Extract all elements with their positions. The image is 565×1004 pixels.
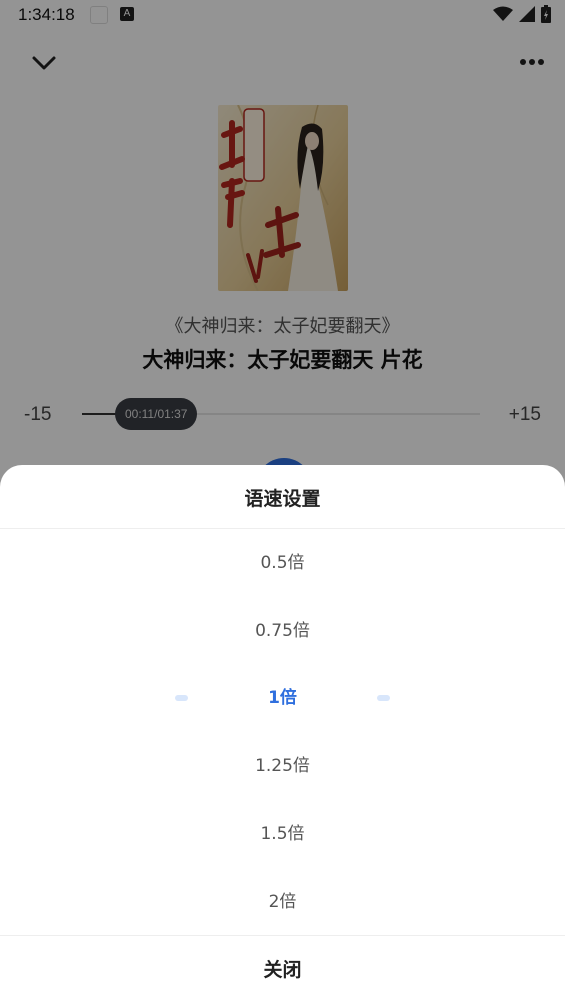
divider [0,528,565,529]
speed-settings-sheet: 语速设置 0.5倍 0.75倍 1倍 1.25倍 1.5倍 2倍 关闭 [0,465,565,1004]
speed-option[interactable]: 2倍 [0,882,565,922]
selection-marker-left [175,695,188,701]
speed-option[interactable]: 1.25倍 [0,746,565,786]
sheet-title: 语速设置 [244,488,321,510]
close-button[interactable]: 关闭 [0,948,565,992]
speed-option[interactable]: 1.5倍 [0,814,565,854]
speed-option[interactable]: 0.75倍 [0,611,565,651]
speed-option[interactable]: 0.5倍 [0,543,565,583]
selection-marker-right [377,695,390,701]
speed-option-selected[interactable]: 1倍 [0,678,565,718]
divider [0,935,565,936]
